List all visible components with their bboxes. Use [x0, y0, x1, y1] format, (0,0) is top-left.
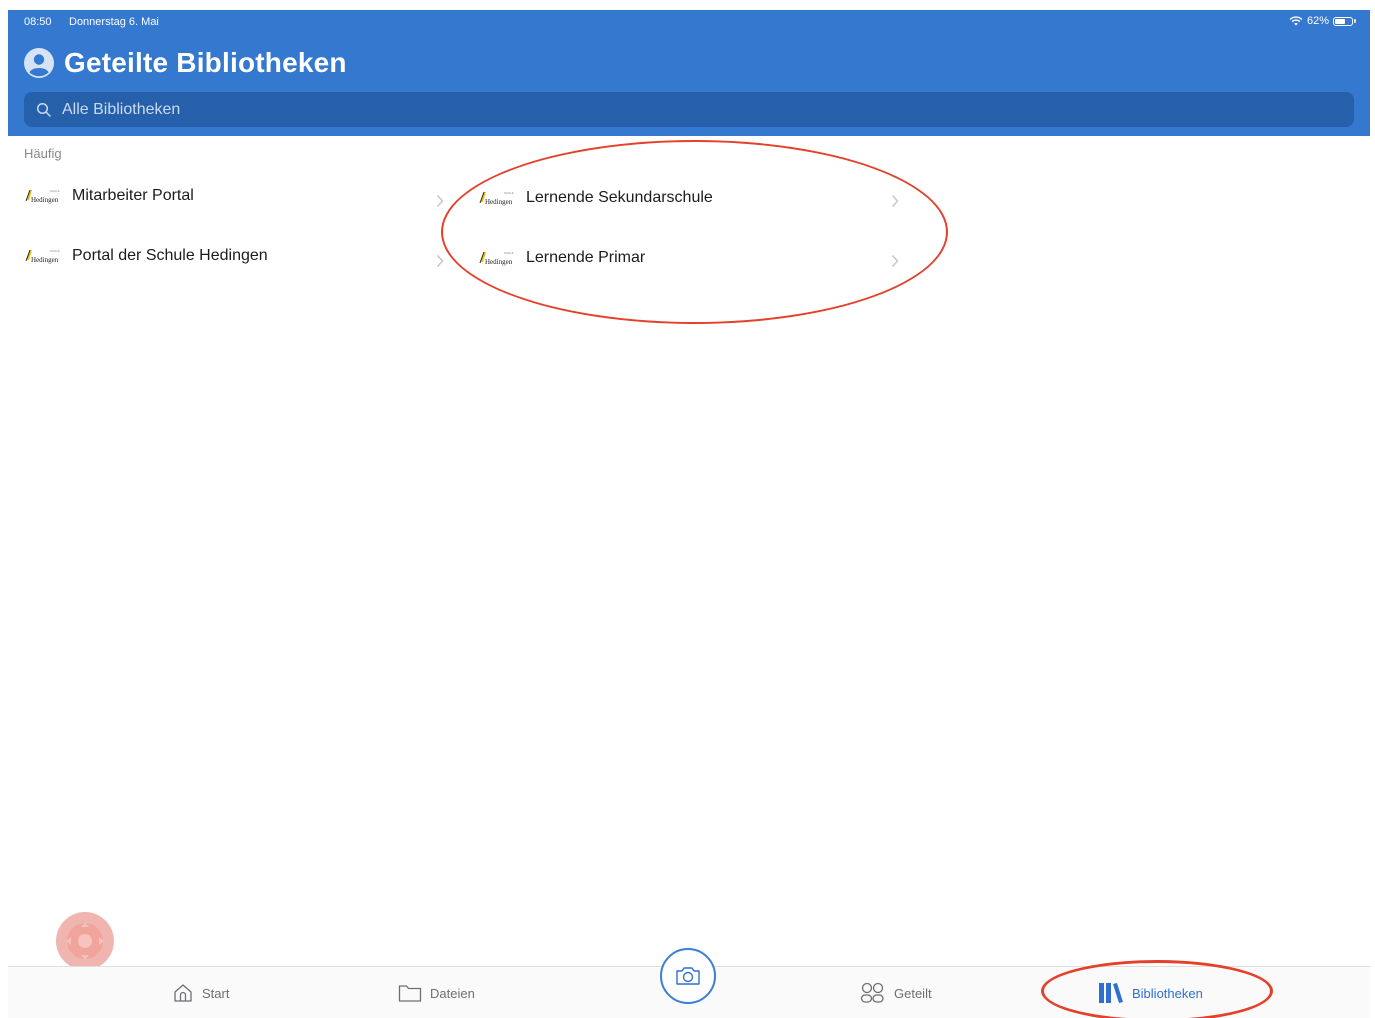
battery-percent: 62% [1306, 15, 1329, 27]
chevron-right-icon [891, 254, 899, 268]
hedingen-logo: Hedingen SCHULE [25, 249, 60, 264]
page-title: Geteilte Bibliotheken [64, 47, 347, 78]
people-icon [860, 982, 884, 1003]
tab-geteilt-label: Geteilt [894, 985, 932, 1001]
library-item-mitarbeiter-portal[interactable]: Hedingen SCHULE Mitarbeiter Portal [24, 174, 444, 218]
header: 08:50 Donnerstag 6. Mai 62% Geteilte Bib… [8, 10, 1370, 136]
avatar-icon[interactable] [24, 48, 54, 78]
folder-icon [398, 985, 422, 1002]
svg-text:Hedingen: Hedingen [31, 196, 59, 204]
status-right: 62% [1289, 15, 1356, 27]
library-label: Portal der Schule Hedingen [72, 247, 268, 264]
chevron-right-icon [436, 254, 444, 268]
svg-text:Hedingen: Hedingen [31, 256, 59, 264]
tab-bibliotheken-label: Bibliotheken [1132, 985, 1203, 1001]
svg-text:SCHULE: SCHULE [504, 251, 514, 255]
camera-button[interactable] [660, 948, 716, 1004]
tab-dateien[interactable]: Dateien [398, 967, 475, 1018]
svg-text:Hedingen: Hedingen [485, 198, 513, 206]
assistive-touch-icon [66, 922, 104, 960]
svg-text:SCHULE: SCHULE [50, 189, 60, 193]
hedingen-logo: Hedingen SCHULE [479, 251, 514, 266]
wifi-icon [1289, 16, 1303, 26]
search-input[interactable]: Alle Bibliotheken [62, 101, 180, 119]
library-label: Lernende Sekundarschule [526, 189, 713, 206]
hedingen-logo: Hedingen SCHULE [479, 191, 514, 206]
library-item-lernende-primar[interactable]: Hedingen SCHULE Lernende Primar [478, 236, 898, 280]
tab-start-label: Start [202, 985, 230, 1001]
library-item-lernende-sekundarschule[interactable]: Hedingen SCHULE Lernende Sekundarschule [478, 176, 898, 220]
search-field[interactable]: Alle Bibliotheken [24, 92, 1354, 127]
library-icon [1099, 983, 1123, 1003]
svg-text:SCHULE: SCHULE [504, 191, 514, 195]
library-item-portal-der-schule-hedingen[interactable]: Hedingen SCHULE Portal der Schule Heding… [24, 234, 444, 278]
battery-icon [1333, 16, 1353, 26]
hedingen-logo: Hedingen SCHULE [25, 189, 60, 204]
title-row: Geteilte Bibliotheken [24, 47, 347, 79]
svg-text:SCHULE: SCHULE [50, 249, 60, 253]
chevron-right-icon [436, 194, 444, 208]
status-time: 08:50 [24, 16, 52, 28]
svg-text:Hedingen: Hedingen [485, 258, 513, 266]
section-header-haeufig: Häufig [24, 146, 62, 161]
status-date: Donnerstag 6. Mai [69, 16, 159, 28]
search-icon [36, 102, 51, 117]
annotation-ellipse-libraries [441, 140, 948, 324]
status-bar: 08:50 Donnerstag 6. Mai 62% [8, 10, 1370, 34]
tab-start[interactable]: Start [172, 967, 229, 1018]
app-window: 08:50 Donnerstag 6. Mai 62% Geteilte Bib… [8, 10, 1370, 1018]
home-icon [174, 984, 192, 1002]
battery-tip [1354, 19, 1356, 23]
tab-bibliotheken[interactable]: Bibliotheken [1098, 967, 1203, 1018]
library-label: Lernende Primar [526, 249, 646, 266]
chevron-right-icon [891, 194, 899, 208]
library-label: Mitarbeiter Portal [72, 187, 194, 204]
battery-fill [1335, 18, 1345, 24]
tab-dateien-label: Dateien [430, 985, 475, 1001]
tab-geteilt[interactable]: Geteilt [860, 967, 932, 1018]
assistive-touch-button[interactable] [56, 912, 114, 970]
camera-icon [676, 967, 700, 985]
